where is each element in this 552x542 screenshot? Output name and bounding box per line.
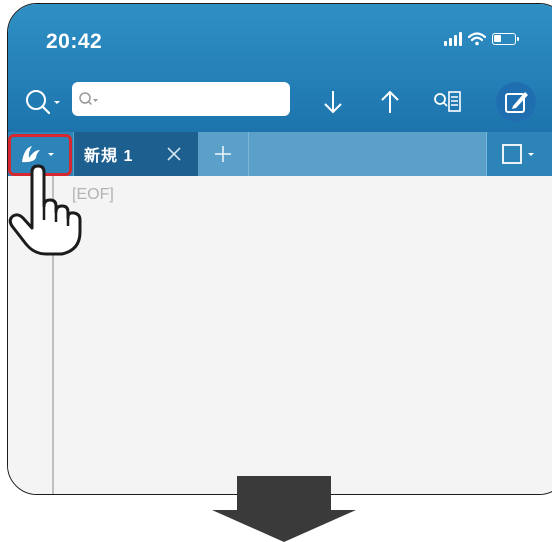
search-icon	[26, 90, 60, 115]
tab-bar: 新規 1	[8, 132, 552, 176]
arrow-up-icon	[381, 90, 399, 113]
phone-screen: 20:42 新規 1 [EOF]	[7, 3, 552, 495]
big-down-arrow-icon	[212, 476, 356, 542]
close-icon[interactable]	[164, 144, 184, 164]
edit-icon	[496, 82, 536, 122]
find-previous-button[interactable]	[370, 82, 410, 122]
window-icon	[502, 144, 534, 164]
status-time: 20:42	[46, 30, 103, 53]
find-list-button[interactable]	[426, 82, 468, 122]
tab-new-1[interactable]: 新規 1	[74, 132, 198, 176]
toolbar	[8, 82, 552, 122]
top-bar: 20:42	[8, 4, 552, 132]
signal-icon	[444, 32, 462, 46]
edit-button[interactable]	[492, 82, 540, 122]
editor-area[interactable]: [EOF]	[8, 176, 552, 494]
find-next-button[interactable]	[313, 82, 353, 122]
search-field[interactable]	[72, 82, 290, 116]
window-menu-button[interactable]	[486, 132, 552, 176]
search-options-icon	[79, 92, 98, 106]
tab-label: 新規 1	[84, 148, 134, 165]
battery-icon	[492, 33, 519, 45]
search-input[interactable]	[104, 90, 288, 108]
add-tab-button[interactable]	[198, 132, 249, 176]
find-list-icon	[434, 91, 461, 112]
wifi-icon	[468, 32, 486, 46]
search-toggle-button[interactable]	[20, 82, 66, 122]
hand-pointer-icon	[8, 164, 82, 256]
status-indicators	[444, 32, 519, 46]
arrow-down-icon	[324, 91, 342, 114]
plus-icon	[215, 146, 231, 162]
